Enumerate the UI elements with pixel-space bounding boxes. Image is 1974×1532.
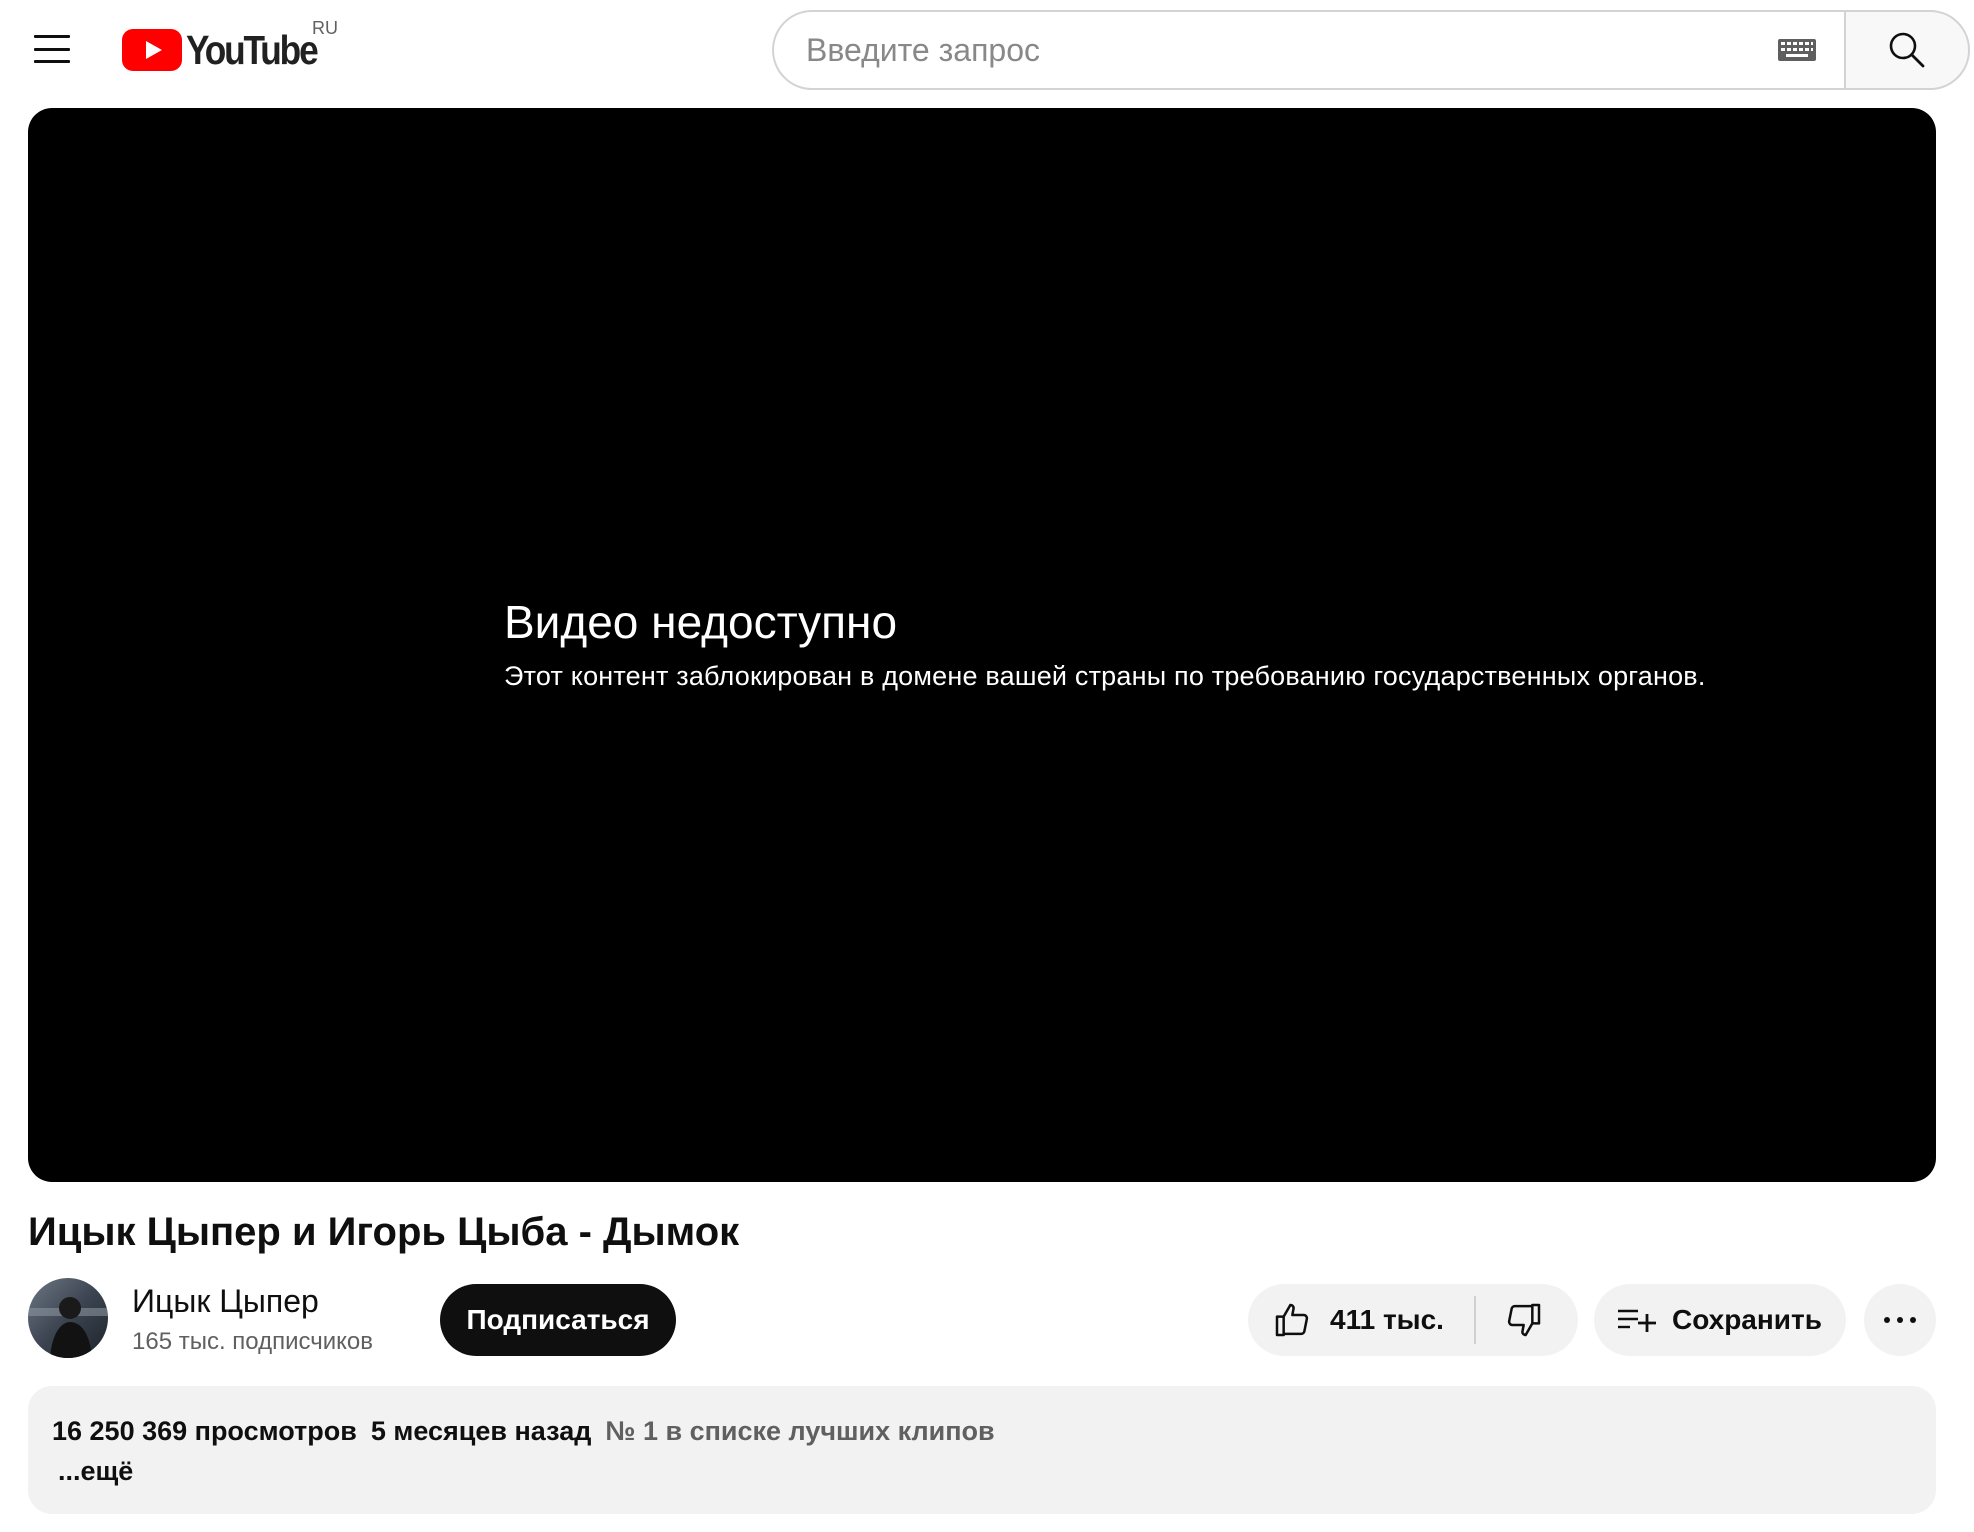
search-button[interactable]	[1844, 10, 1970, 90]
like-button[interactable]: 411 тыс.	[1248, 1284, 1474, 1356]
search-box	[772, 10, 1844, 90]
subscribe-button[interactable]: Подписаться	[440, 1284, 676, 1356]
search-icon	[1889, 32, 1925, 68]
more-horizontal-icon	[1884, 1317, 1916, 1323]
chart-rank[interactable]: № 1 в списке лучших клипов	[605, 1414, 994, 1448]
menu-icon[interactable]	[24, 26, 80, 72]
search-bar	[772, 10, 1970, 90]
like-dislike-group: 411 тыс.	[1248, 1284, 1578, 1356]
like-count: 411 тыс.	[1330, 1304, 1444, 1335]
keyboard-icon[interactable]	[1778, 39, 1816, 61]
thumbs-down-icon	[1507, 1303, 1541, 1337]
player-error-message: Этот контент заблокирован в домене вашей…	[504, 661, 1706, 691]
logo-wordmark: YouTube	[186, 27, 319, 73]
show-more-button[interactable]: ...ещё	[58, 1454, 1912, 1488]
thumbs-up-icon	[1275, 1303, 1309, 1337]
video-player[interactable]: Видео недоступно Этот контент заблокиров…	[28, 108, 1936, 1182]
playlist-add-icon	[1618, 1309, 1656, 1332]
upload-date: 5 месяцев назад	[370, 1416, 592, 1446]
subscriber-count: 165 тыс. подписчиков	[132, 1328, 374, 1355]
channel-name[interactable]: Ицык Цыпер	[132, 1281, 319, 1321]
description-info: 16 250 369 просмотров 5 месяцев назад № …	[52, 1414, 1912, 1448]
dislike-button[interactable]	[1476, 1284, 1578, 1356]
video-title: Ицык Цыпер и Игорь Цыба - Дымок	[28, 1210, 740, 1254]
channel-avatar[interactable]	[28, 1278, 108, 1358]
youtube-logo[interactable]: YouTube	[122, 28, 338, 72]
youtube-play-icon	[122, 29, 182, 71]
player-error-title: Видео недоступно	[504, 596, 898, 648]
description-box[interactable]: 16 250 369 просмотров 5 месяцев назад № …	[28, 1386, 1936, 1514]
more-actions-button[interactable]	[1864, 1284, 1936, 1356]
view-count: 16 250 369 просмотров	[52, 1416, 357, 1446]
search-input[interactable]	[806, 31, 1766, 69]
country-code: RU	[312, 18, 338, 38]
watch-page: YouTube RU Введите запрос Видео недоступ…	[0, 0, 1974, 1532]
masthead: YouTube RU	[0, 0, 1974, 104]
avatar-image	[28, 1278, 108, 1358]
player-error: Видео недоступно Этот контент заблокиров…	[504, 594, 1706, 692]
save-label: Сохранить	[1672, 1304, 1822, 1335]
save-button[interactable]: Сохранить	[1594, 1284, 1846, 1356]
